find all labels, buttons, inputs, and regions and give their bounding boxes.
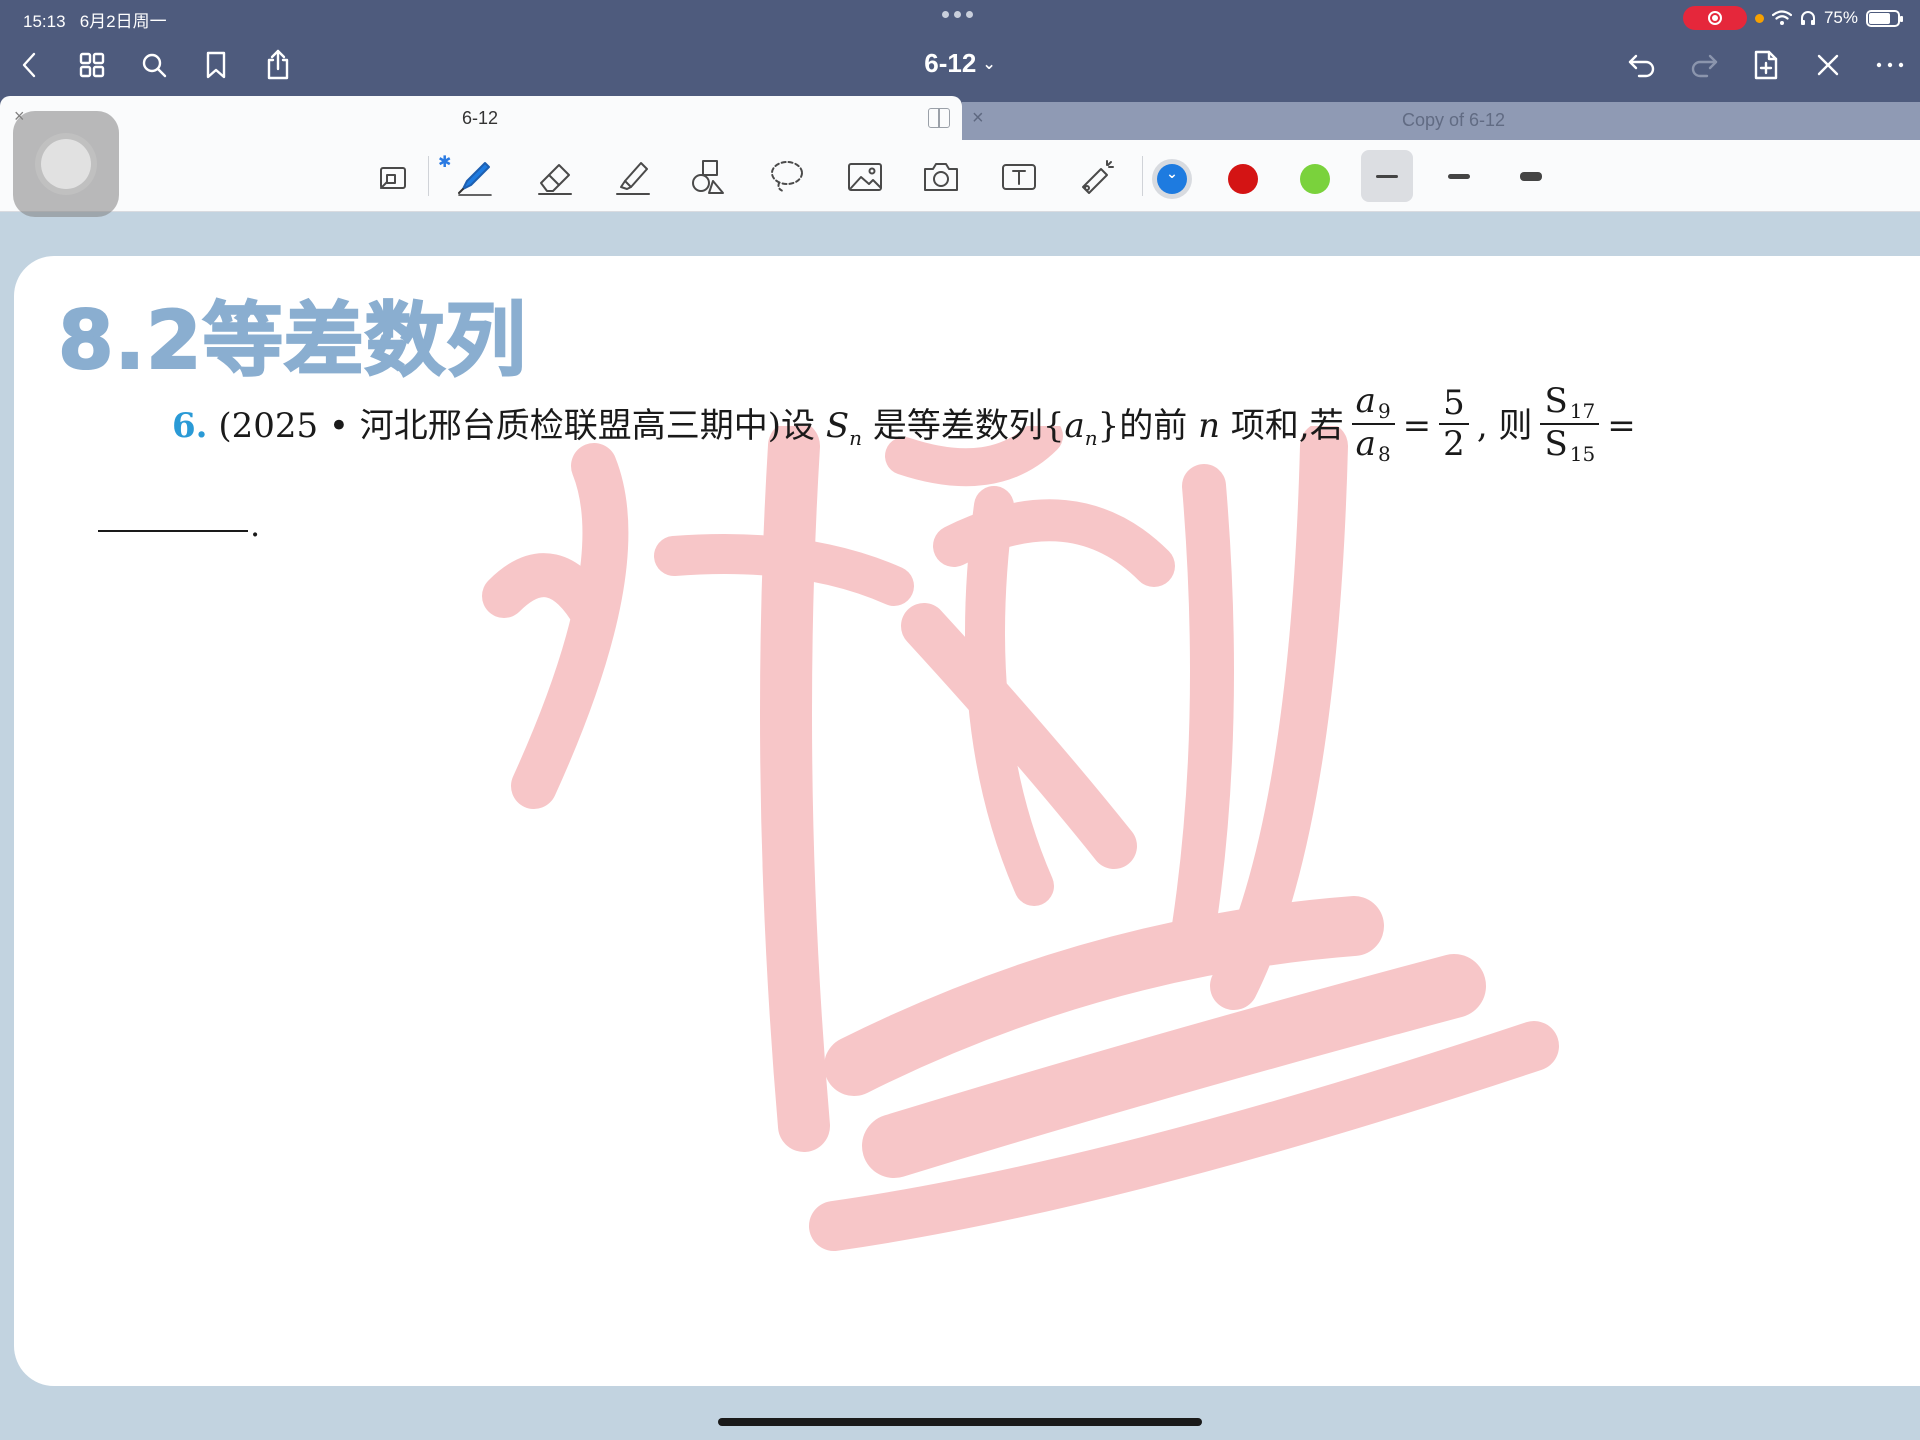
color-swatch-blue[interactable] (1157, 164, 1187, 194)
close-pen-button[interactable] (1808, 45, 1848, 85)
lasso-tool[interactable] (764, 154, 810, 200)
more-icon (1876, 62, 1904, 68)
tab-label: 6-12 (461, 108, 499, 128)
problem-text-4: , 则 (1476, 406, 1533, 446)
problem-source: (2025 • 河北邢台质检联盟高三期中)设 (218, 406, 826, 446)
wifi-icon (1771, 10, 1792, 25)
chevron-down-icon: ⌄ (982, 56, 996, 73)
shapes-icon (692, 160, 724, 194)
tab-strip: × 6-12 × Copy of 6-12 (0, 96, 1920, 140)
document-page[interactable]: 冲刺 8.2等差数列 6. (2025 • 河北邢台质检联盟高三期中)设 Sn … (14, 256, 1920, 1386)
tab-copy-of-6-12[interactable]: × Copy of 6-12 (962, 102, 1920, 140)
search-button[interactable] (134, 45, 174, 85)
stroke-width-medium[interactable] (1433, 150, 1485, 202)
var-a: a (1064, 406, 1085, 446)
equals-sign-2: = (1607, 406, 1636, 446)
problem-text-3: 项和,若 (1220, 406, 1344, 446)
split-view-icon[interactable] (928, 108, 950, 128)
mic-indicator-icon (1754, 13, 1764, 23)
highlighter-tool[interactable] (610, 154, 656, 200)
answer-blank[interactable] (98, 530, 248, 532)
laser-pointer-tool[interactable] (1074, 154, 1120, 200)
fraction-s17-s15: S 17 S 15 (1540, 381, 1600, 466)
var-a-sub: n (1084, 426, 1098, 450)
status-bar: 15:13 6月2日周一 75% (0, 0, 1920, 34)
stroke-width-thick[interactable] (1505, 150, 1557, 202)
tab-6-12[interactable]: × 6-12 (0, 96, 962, 140)
redo-icon (1691, 54, 1718, 78)
eraser-tool[interactable] (532, 154, 578, 200)
problem-text-1: 是等差数列{ (862, 406, 1065, 446)
chevron-left-icon (22, 52, 36, 78)
problem-number: 6. (172, 406, 208, 446)
pen-close-icon (1817, 54, 1839, 76)
search-icon (142, 53, 167, 78)
fraction-a9-a8: a9a8 (1351, 381, 1395, 466)
multitasking-dots-icon[interactable] (942, 11, 973, 18)
problem-6: 6. (2025 • 河北邢台质检联盟高三期中)设 Sn 是等差数列{an}的前… (172, 381, 1912, 470)
equals-sign: = (1402, 406, 1432, 446)
section-title: 8.2等差数列 (57, 293, 527, 388)
undo-button[interactable] (1622, 45, 1662, 85)
toolbar-separator (1142, 156, 1143, 196)
nav-bar: 6-12 ⌄ (0, 34, 1920, 96)
status-time: 15:13 6月2日周一 (23, 12, 167, 31)
color-swatch-red[interactable] (1228, 164, 1258, 194)
lasso-icon (771, 161, 803, 192)
camera-tool[interactable] (918, 154, 964, 200)
image-tool[interactable] (842, 154, 888, 200)
bluetooth-icon: ✱ (438, 154, 452, 171)
tab-label: Copy of 6-12 (1402, 110, 1506, 130)
page-layout-tool[interactable] (370, 154, 416, 200)
eraser-icon (538, 164, 572, 195)
add-page-button[interactable] (1746, 45, 1786, 85)
headphones-icon (1800, 11, 1815, 25)
problem-text-2: }的前 (1097, 406, 1199, 446)
camera-icon (924, 163, 958, 191)
battery-percent: 75% (1823, 8, 1858, 27)
drawing-toolbar: ✱ (0, 140, 1920, 212)
answer-period: . (250, 506, 261, 544)
pen-tool[interactable] (452, 154, 498, 200)
var-S: S (825, 406, 850, 446)
redo-button[interactable] (1684, 45, 1724, 85)
status-right: 75% (1682, 6, 1903, 30)
toolbar-separator (428, 156, 429, 196)
text-icon (1002, 164, 1036, 190)
page-layout-icon (380, 167, 406, 189)
home-indicator[interactable] (718, 1418, 1202, 1426)
screen-recording-icon[interactable] (1682, 6, 1747, 30)
back-button[interactable] (10, 45, 50, 85)
highlighter-icon (616, 162, 650, 195)
image-icon (848, 163, 882, 191)
document-title[interactable]: 6-12 ⌄ (900, 48, 1020, 79)
share-button[interactable] (258, 45, 298, 85)
pen-icon (458, 162, 492, 196)
color-swatch-green[interactable] (1300, 164, 1330, 194)
assistive-touch-button[interactable] (13, 111, 119, 217)
shapes-tool[interactable] (686, 154, 732, 200)
thumbnails-button[interactable] (72, 45, 112, 85)
text-tool[interactable] (996, 154, 1042, 200)
watermark-logo: 冲刺 (482, 426, 1559, 1251)
grid-icon (79, 52, 105, 78)
share-icon (267, 49, 289, 80)
stroke-width-thin[interactable] (1361, 150, 1413, 202)
bookmark-button[interactable] (196, 45, 236, 85)
more-button[interactable] (1870, 45, 1910, 85)
var-n: n (1198, 406, 1221, 446)
undo-icon (1628, 54, 1655, 78)
add-page-icon (1754, 50, 1778, 80)
bookmark-icon (206, 51, 226, 79)
laser-pointer-icon (1082, 160, 1114, 194)
var-S-sub: n (849, 426, 863, 450)
fraction-5-2: 52 (1439, 383, 1469, 464)
battery-icon (1866, 9, 1903, 27)
